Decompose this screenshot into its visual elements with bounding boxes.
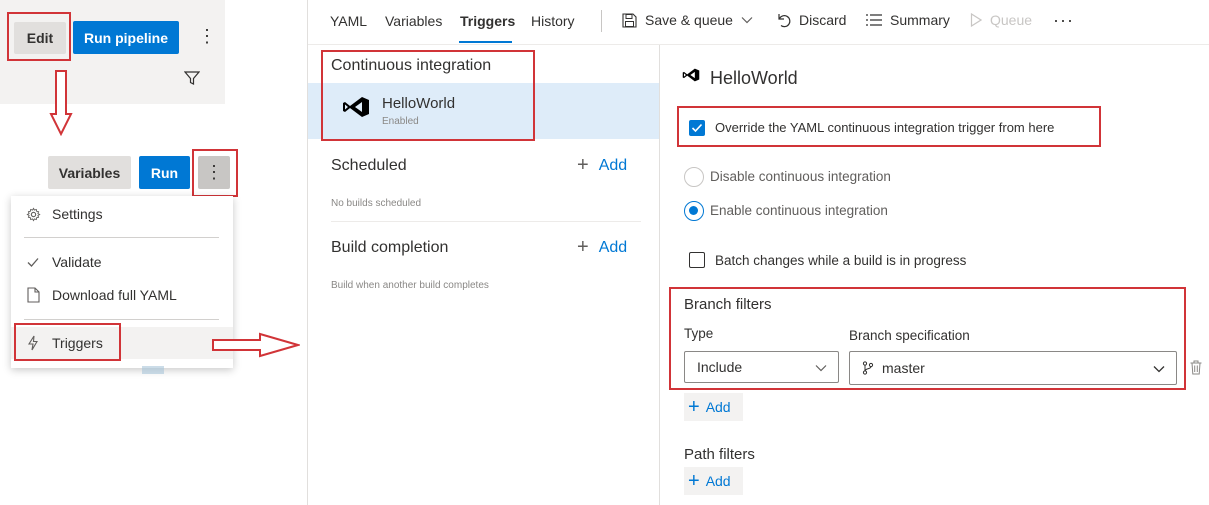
play-icon [970, 13, 982, 27]
tab-yaml[interactable]: YAML [330, 13, 367, 29]
checkmark-icon [24, 255, 42, 269]
save-queue-label: Save & queue [645, 12, 733, 28]
panel-divider [307, 0, 308, 505]
menu-item-label: Settings [52, 206, 103, 222]
build-completion-section-title: Build completion [331, 239, 449, 256]
path-filters-title: Path filters [684, 446, 755, 463]
override-highlight [677, 106, 1101, 147]
panel-divider [659, 44, 660, 505]
add-label: Add [598, 238, 628, 256]
plus-icon: + [688, 469, 700, 492]
branch-add-button[interactable]: + Add [684, 393, 743, 421]
right-arrow-annotation [212, 332, 302, 361]
build-completion-description: Build when another build completes [331, 280, 489, 291]
section-divider [331, 221, 641, 222]
disable-ci-label: Disable continuous integration [710, 169, 891, 184]
gear-icon [24, 206, 42, 222]
filter-icon[interactable] [183, 70, 201, 89]
summary-label: Summary [890, 12, 950, 28]
batch-label: Batch changes while a build is in progre… [715, 253, 967, 268]
menu-item-validate[interactable]: Validate [24, 254, 102, 270]
toolbar-separator [601, 10, 602, 32]
down-arrow-annotation [49, 70, 73, 139]
more-options-button[interactable]: ··· [1053, 10, 1074, 31]
plus-icon: + [577, 236, 589, 258]
ci-highlight [321, 50, 535, 141]
tab-triggers[interactable]: Triggers [460, 13, 515, 29]
menu-divider [24, 237, 219, 238]
discard-button[interactable]: Discard [777, 12, 846, 28]
background-fragment [142, 366, 164, 374]
menu-item-download-yaml[interactable]: Download full YAML [24, 287, 177, 303]
menu-item-label: Validate [52, 254, 102, 270]
disable-ci-radio[interactable] [684, 167, 704, 187]
plus-icon: + [577, 154, 589, 176]
queue-label: Queue [990, 12, 1033, 28]
active-tab-underline [459, 41, 512, 43]
more-actions-button[interactable]: ⋮ [198, 26, 216, 47]
variables-button[interactable]: Variables [48, 156, 131, 189]
summary-button[interactable]: Summary [866, 12, 950, 28]
add-label: Add [705, 399, 731, 415]
chevron-down-icon [741, 17, 753, 24]
run-pipeline-button[interactable]: Run pipeline [73, 21, 179, 54]
scheduled-empty-text: No builds scheduled [331, 198, 422, 209]
document-icon [24, 287, 42, 303]
toolbar-bottom-border [308, 44, 1209, 45]
batch-checkbox[interactable] [689, 252, 705, 268]
queue-button[interactable]: Queue [970, 12, 1032, 28]
plus-icon: + [688, 395, 700, 418]
save-icon [622, 12, 637, 28]
scheduled-section-title: Scheduled [331, 157, 407, 174]
enable-ci-label: Enable continuous integration [710, 203, 888, 218]
edit-highlight [7, 12, 71, 61]
undo-icon [778, 13, 791, 27]
enable-ci-radio[interactable] [684, 201, 704, 221]
tab-history[interactable]: History [531, 13, 575, 29]
menu-divider [24, 319, 219, 320]
discard-label: Discard [799, 12, 847, 28]
build-completion-add-button[interactable]: + Add [577, 236, 627, 259]
run-button[interactable]: Run [139, 156, 190, 189]
delete-icon[interactable] [1190, 360, 1202, 378]
save-queue-button[interactable]: Save & queue [622, 12, 753, 28]
menu-item-settings[interactable]: Settings [24, 206, 103, 222]
branch-filters-highlight [669, 287, 1186, 390]
menu-item-label: Download full YAML [52, 287, 177, 303]
path-add-button[interactable]: + Add [684, 467, 743, 495]
scheduled-add-button[interactable]: + Add [577, 154, 627, 177]
triggers-highlight [14, 323, 121, 361]
more-actions-highlight [192, 149, 238, 197]
list-icon [866, 14, 882, 26]
add-label: Add [598, 156, 628, 174]
tab-variables[interactable]: Variables [385, 13, 442, 29]
visual-studio-icon [682, 68, 700, 85]
details-title: HelloWorld [710, 68, 798, 88]
add-label: Add [705, 473, 731, 489]
